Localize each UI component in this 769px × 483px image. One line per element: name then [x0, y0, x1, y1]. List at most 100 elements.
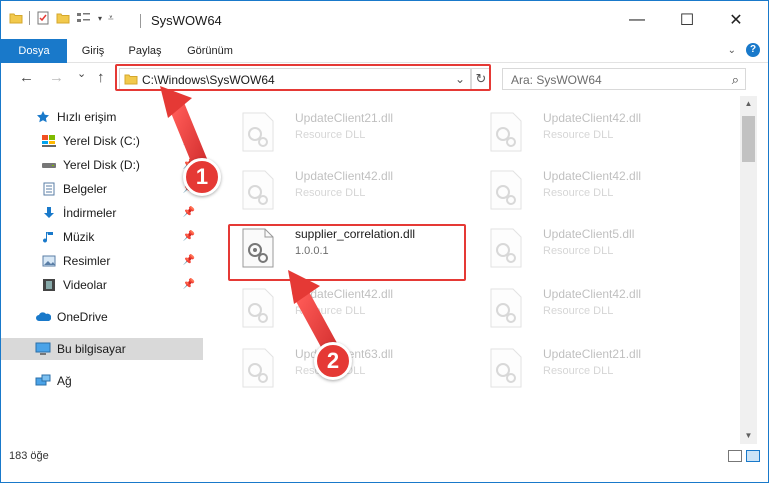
recent-locations-button[interactable]: ⌄: [77, 67, 86, 80]
forward-button[interactable]: →: [49, 69, 64, 86]
file-description: Resource DLL: [295, 305, 366, 317]
sidebar-item-label: İndirmeler: [63, 206, 117, 220]
ribbon-right-controls: ⌄ ?: [728, 43, 760, 57]
folder-icon: [9, 13, 23, 24]
explorer-window: ▾ ⩡ SysWOW64 — ☐ ✕ Dosya Giriş Paylaş Gö…: [0, 0, 769, 483]
downloads-icon: [41, 205, 57, 221]
file-name: UpdateClient42.dll: [295, 287, 394, 301]
sidebar-item-pictures[interactable]: Resimler 📌: [1, 250, 203, 272]
dll-file-icon: [490, 288, 522, 328]
list-item[interactable]: UpdateClient42.dll Resource DLL: [477, 284, 717, 338]
this-pc-icon: [35, 341, 51, 357]
pin-icon[interactable]: 📌: [183, 255, 195, 266]
dll-file-icon: [490, 170, 522, 210]
customize-toolbar-icon[interactable]: ⩡: [108, 13, 114, 24]
pin-icon[interactable]: 📌: [183, 135, 195, 146]
sidebar-item-network[interactable]: Ağ: [1, 370, 203, 392]
sidebar-item-videos[interactable]: Videolar 📌: [1, 274, 203, 296]
sidebar-item-onedrive[interactable]: OneDrive: [1, 306, 203, 328]
file-name: UpdateClient42.dll: [295, 169, 394, 183]
dll-file-icon: [242, 112, 274, 152]
tab-file[interactable]: Dosya: [1, 39, 67, 63]
back-button[interactable]: ←: [19, 69, 34, 86]
file-name: UpdateClient42.dll: [543, 169, 642, 183]
sidebar-item-music[interactable]: Müzik 📌: [1, 226, 203, 248]
properties-icon[interactable]: [36, 11, 50, 25]
minimize-button[interactable]: —: [614, 1, 660, 39]
step-2-badge: 2: [314, 342, 352, 380]
maximize-button[interactable]: ☐: [664, 1, 710, 39]
sidebar-item-label: OneDrive: [57, 310, 108, 324]
drive-c-icon: [41, 133, 57, 149]
search-icon[interactable]: ⌕: [732, 72, 739, 88]
pin-icon[interactable]: 📌: [183, 279, 195, 290]
sidebar-item-downloads[interactable]: İndirmeler 📌: [1, 202, 203, 224]
close-button[interactable]: ✕: [713, 1, 759, 39]
dll-file-icon: [242, 288, 274, 328]
sidebar-item-label: Yerel Disk (D:): [63, 158, 140, 172]
tab-home[interactable]: Giriş: [67, 39, 119, 63]
file-name: UpdateClient42.dll: [543, 111, 642, 125]
title-bar: ▾ ⩡ SysWOW64 — ☐ ✕: [1, 1, 768, 39]
window-title: SysWOW64: [151, 13, 222, 28]
tab-share[interactable]: Paylaş: [119, 39, 171, 63]
scroll-up-button[interactable]: ▲: [740, 96, 757, 112]
network-icon: [35, 373, 51, 389]
tiles-view-icon[interactable]: [746, 450, 760, 462]
dll-file-icon: [490, 112, 522, 152]
view-options-icon[interactable]: [76, 11, 92, 25]
file-description: Resource DLL: [295, 129, 366, 141]
sidebar-item-label: Bu bilgisayar: [57, 342, 126, 356]
drive-d-icon: [41, 157, 57, 173]
details-view-icon[interactable]: [728, 450, 742, 462]
chevron-down-icon[interactable]: ⌄: [728, 45, 736, 56]
sidebar-item-documents[interactable]: Belgeler 📌: [1, 178, 203, 200]
scroll-down-button[interactable]: ▼: [740, 428, 757, 444]
search-box[interactable]: Ara: SysWOW64 ⌕: [502, 68, 746, 90]
onedrive-icon: [35, 309, 51, 325]
step-1-badge: 1: [183, 158, 221, 196]
music-icon: [41, 229, 57, 245]
dll-file-icon: [490, 228, 522, 268]
sidebar-item-label: Belgeler: [63, 182, 108, 196]
sidebar-item-drive-c[interactable]: Yerel Disk (C:) 📌: [1, 130, 203, 152]
list-item[interactable]: UpdateClient42.dll Resource DLL: [229, 166, 469, 220]
chevron-down-icon[interactable]: ▾: [98, 14, 102, 23]
ribbon-tabs: Dosya Giriş Paylaş Görünüm ⌄ ?: [1, 39, 768, 63]
list-item[interactable]: UpdateClient42.dll Resource DLL: [229, 284, 469, 338]
search-input[interactable]: Ara: SysWOW64: [511, 73, 602, 87]
file-description: Resource DLL: [543, 129, 614, 141]
file-highlight-box: [228, 224, 466, 281]
file-description: Resource DLL: [543, 187, 614, 199]
file-description: Resource DLL: [543, 365, 614, 377]
title-separator: [140, 14, 141, 28]
tab-view[interactable]: Görünüm: [173, 39, 247, 63]
sidebar-item-label: Videolar: [63, 278, 107, 292]
vertical-scrollbar[interactable]: ▲ ▼: [740, 96, 757, 444]
file-description: Resource DLL: [543, 305, 614, 317]
sidebar-item-quick-access[interactable]: Hızlı erişim: [1, 106, 203, 128]
up-button[interactable]: ↑: [97, 69, 105, 86]
sidebar-item-drive-d[interactable]: Yerel Disk (D:) 📌: [1, 154, 203, 176]
videos-icon: [41, 277, 57, 293]
sidebar-item-label: Yerel Disk (C:): [63, 134, 140, 148]
list-item[interactable]: UpdateClient21.dll Resource DLL: [229, 108, 469, 162]
new-folder-icon[interactable]: [56, 11, 70, 25]
dll-file-icon: [242, 170, 274, 210]
view-switcher: [728, 450, 760, 462]
quick-access-toolbar: ▾ ⩡: [9, 11, 114, 25]
pictures-icon: [41, 253, 57, 269]
scroll-thumb[interactable]: [742, 116, 755, 162]
list-item[interactable]: UpdateClient21.dll Resource DLL: [477, 344, 717, 398]
pin-icon[interactable]: 📌: [183, 207, 195, 218]
pin-icon[interactable]: 📌: [183, 231, 195, 242]
help-icon[interactable]: ?: [746, 43, 760, 57]
file-name: UpdateClient42.dll: [543, 287, 642, 301]
file-name: UpdateClient21.dll: [295, 111, 394, 125]
list-item[interactable]: UpdateClient42.dll Resource DLL: [477, 108, 717, 162]
item-count: 183 öğe: [9, 450, 49, 462]
list-item[interactable]: UpdateClient42.dll Resource DLL: [477, 166, 717, 220]
sidebar-item-this-pc[interactable]: Bu bilgisayar: [1, 338, 203, 360]
documents-icon: [41, 181, 57, 197]
list-item[interactable]: UpdateClient5.dll Resource DLL: [477, 224, 717, 278]
